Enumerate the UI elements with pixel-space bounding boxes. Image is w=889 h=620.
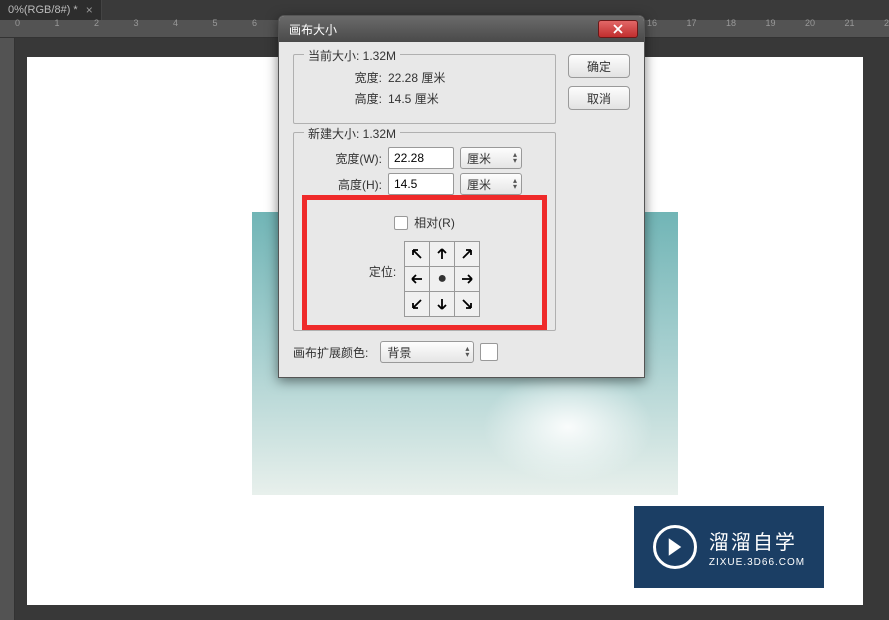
watermark-url: ZIXUE.3D66.COM: [709, 557, 805, 568]
ruler-vertical: [0, 38, 15, 620]
cancel-button[interactable]: 取消: [568, 86, 630, 110]
dialog-titlebar[interactable]: 画布大小: [279, 16, 644, 42]
extension-row: 画布扩展颜色: 背景 ▴▾: [293, 341, 556, 363]
anchor-row: 定位: ●: [321, 241, 528, 317]
document-tab[interactable]: 0%(RGB/8#) * ×: [0, 0, 102, 20]
current-size-legend: 当前大小: 1.32M: [304, 47, 400, 64]
updown-icon: ▴▾: [513, 178, 517, 190]
highlight-box: 相对(R) 定位: ●: [302, 195, 547, 330]
new-width-label: 宽度(W):: [306, 150, 382, 167]
extension-color-select[interactable]: 背景 ▴▾: [380, 341, 474, 363]
anchor-bottom-left[interactable]: [405, 292, 429, 316]
new-size-legend: 新建大小: 1.32M: [304, 125, 400, 142]
height-input[interactable]: [388, 173, 454, 195]
current-height-value: 14.5 厘米: [388, 90, 439, 107]
anchor-center[interactable]: ●: [430, 267, 454, 291]
current-size-fieldset: 当前大小: 1.32M 宽度: 22.28 厘米 高度: 14.5 厘米: [293, 54, 556, 124]
current-width-value: 22.28 厘米: [388, 69, 445, 86]
tab-title: 0%(RGB/8#) *: [8, 4, 78, 16]
dialog-left-column: 当前大小: 1.32M 宽度: 22.28 厘米 高度: 14.5 厘米 新建大…: [293, 54, 556, 363]
updown-icon: ▴▾: [513, 152, 517, 164]
current-width-label: 宽度:: [306, 69, 382, 86]
close-icon: [612, 24, 624, 34]
height-unit-label: 厘米: [467, 176, 491, 193]
anchor-right[interactable]: [455, 267, 479, 291]
anchor-top[interactable]: [430, 242, 454, 266]
current-height-label: 高度:: [306, 90, 382, 107]
anchor-grid: ●: [404, 241, 480, 317]
canvas-size-dialog: 画布大小 当前大小: 1.32M 宽度: 22.28 厘米 高度: 14.5 厘…: [278, 15, 645, 378]
relative-label: 相对(R): [414, 214, 455, 231]
dialog-body: 当前大小: 1.32M 宽度: 22.28 厘米 高度: 14.5 厘米 新建大…: [279, 42, 644, 377]
anchor-top-left[interactable]: [405, 242, 429, 266]
width-unit-select[interactable]: 厘米 ▴▾: [460, 147, 522, 169]
watermark-title: 溜溜自学: [709, 526, 805, 555]
close-button[interactable]: [598, 20, 638, 38]
height-unit-select[interactable]: 厘米 ▴▾: [460, 173, 522, 195]
dialog-title: 画布大小: [289, 21, 598, 38]
width-input[interactable]: [388, 147, 454, 169]
width-unit-label: 厘米: [467, 150, 491, 167]
anchor-label: 定位:: [369, 263, 396, 280]
updown-icon: ▴▾: [465, 346, 469, 358]
play-icon: [653, 525, 697, 569]
watermark-text: 溜溜自学 ZIXUE.3D66.COM: [709, 526, 805, 568]
anchor-left[interactable]: [405, 267, 429, 291]
extension-value: 背景: [387, 344, 411, 361]
watermark: 溜溜自学 ZIXUE.3D66.COM: [634, 506, 824, 588]
relative-checkbox[interactable]: [394, 216, 408, 230]
extension-label: 画布扩展颜色:: [293, 344, 368, 361]
anchor-bottom[interactable]: [430, 292, 454, 316]
tab-close-icon[interactable]: ×: [86, 3, 93, 17]
new-height-label: 高度(H):: [306, 176, 382, 193]
confirm-button[interactable]: 确定: [568, 54, 630, 78]
new-size-fieldset: 新建大小: 1.32M 宽度(W): 厘米 ▴▾ 高度(H): 厘米 ▴▾: [293, 132, 556, 331]
dialog-right-column: 确定 取消: [568, 54, 630, 363]
relative-row: 相对(R): [321, 214, 528, 231]
color-swatch[interactable]: [480, 343, 498, 361]
anchor-bottom-right[interactable]: [455, 292, 479, 316]
anchor-top-right[interactable]: [455, 242, 479, 266]
